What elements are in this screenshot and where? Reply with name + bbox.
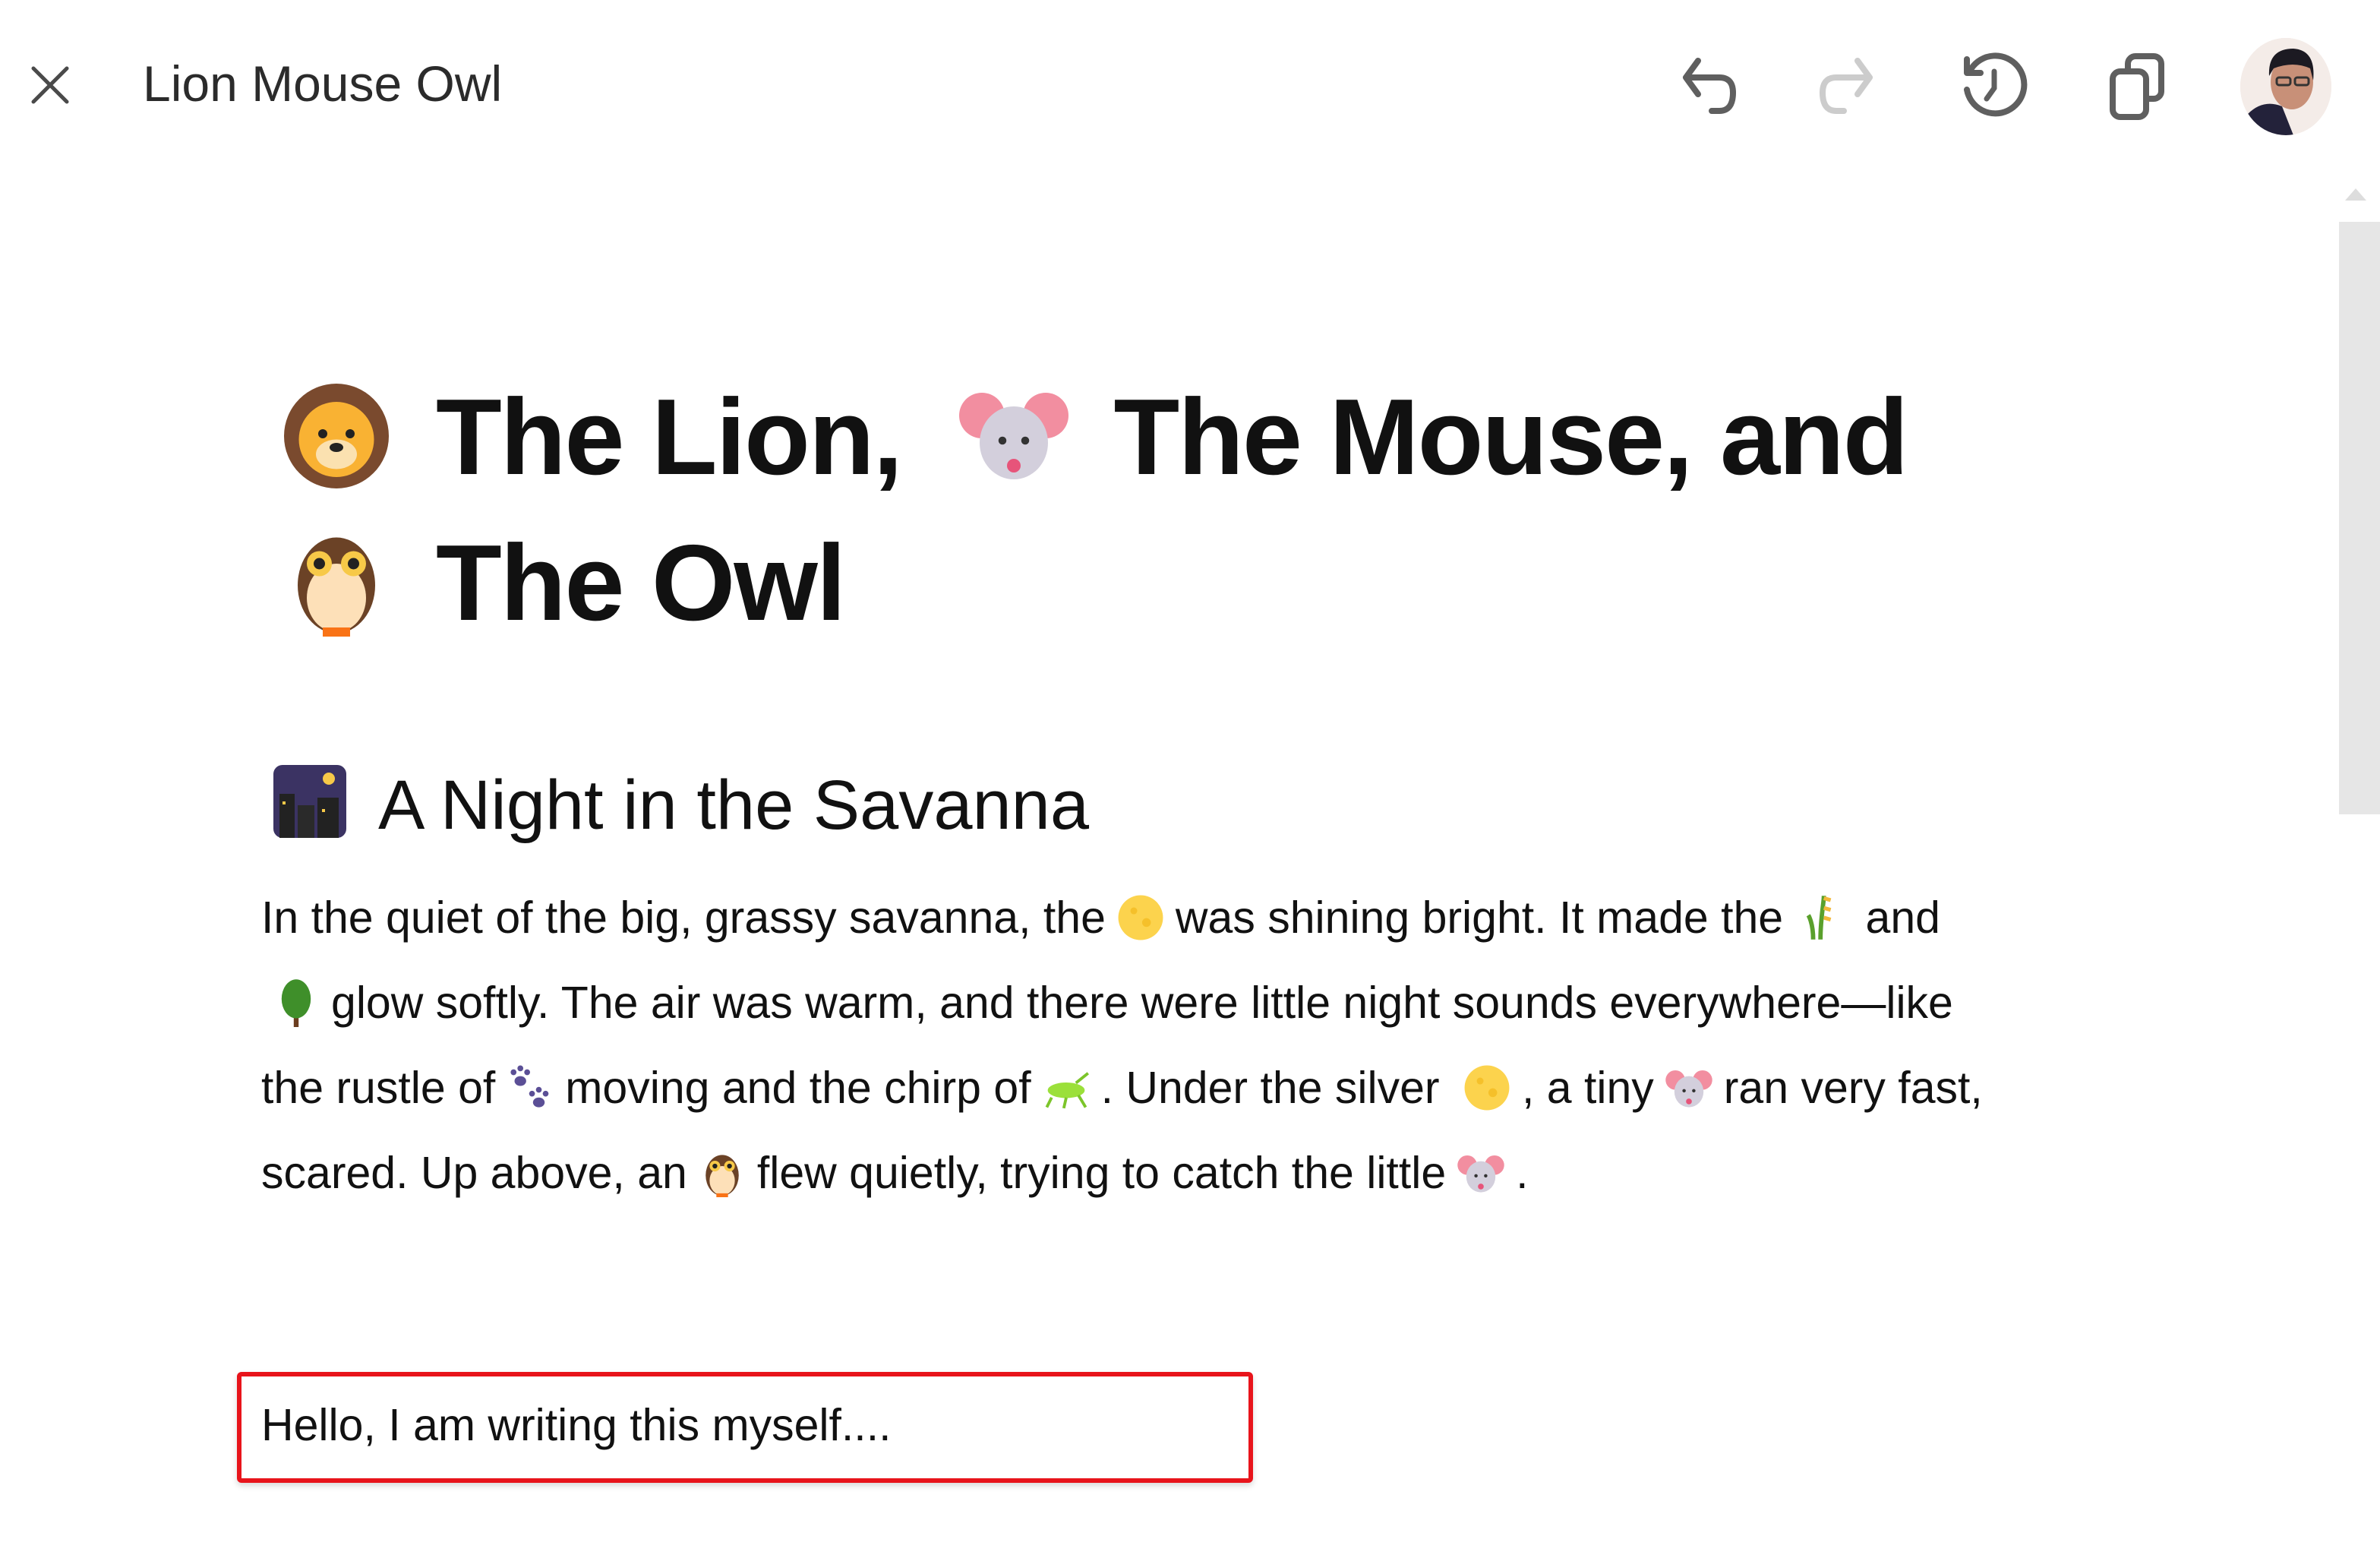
night-with-stars-icon <box>272 763 348 839</box>
full-moon-icon <box>1463 1064 1511 1112</box>
heading-text: The Lion, <box>436 377 903 498</box>
heading-text: The Owl <box>436 523 846 643</box>
history-icon <box>1964 52 2028 117</box>
lion-face-icon <box>279 377 393 491</box>
copy-icon <box>2110 53 2164 120</box>
redo-icon <box>1820 58 1873 114</box>
document-heading: The Lion, The Mouse, and The Owl <box>279 365 2026 656</box>
text-run: , a tiny <box>1521 1063 1654 1113</box>
full-moon-icon <box>1116 893 1165 942</box>
close-icon <box>31 66 69 104</box>
section-heading: A Night in the Savanna <box>272 760 1089 851</box>
close-button[interactable] <box>27 62 73 108</box>
heading-text: The Mouse, and <box>1113 377 1908 498</box>
undo-icon <box>1683 58 1736 114</box>
story-paragraph: In the quiet of the big, grassy savanna,… <box>261 875 2000 1215</box>
avatar-photo <box>2240 38 2331 135</box>
owl-icon <box>698 1149 747 1197</box>
version-history-button[interactable] <box>1956 50 2029 123</box>
undo-button[interactable] <box>1672 50 1745 123</box>
text-run: and <box>1865 893 1940 943</box>
mouse-face-icon <box>1457 1149 1505 1197</box>
editor-input-text[interactable]: Hello, I am writing this myself.... <box>261 1399 892 1451</box>
text-run: flew quietly, trying to catch the little <box>756 1148 1447 1198</box>
document-title: Lion Mouse Owl <box>143 55 503 112</box>
cricket-icon <box>1042 1064 1091 1112</box>
section-heading-text: A Night in the Savanna <box>378 766 1089 844</box>
text-run: was shining bright. It made the <box>1175 893 1784 943</box>
owl-icon <box>279 523 393 637</box>
user-avatar[interactable] <box>2240 38 2331 135</box>
grass-icon <box>1794 893 1842 942</box>
tree-icon <box>272 978 320 1027</box>
text-run: . Under the silver <box>1100 1063 1440 1113</box>
text-run: moving and the chirp of <box>565 1063 1031 1113</box>
mouse-face-icon <box>957 377 1071 491</box>
paw-prints-icon <box>506 1064 554 1112</box>
top-toolbar: Lion Mouse Owl <box>0 0 2380 175</box>
copy-button[interactable] <box>2102 50 2175 123</box>
text-run: . <box>1516 1148 1529 1198</box>
mouse-face-icon <box>1665 1064 1713 1112</box>
editor-input-block[interactable]: Hello, I am writing this myself.... <box>237 1372 1253 1483</box>
redo-button[interactable] <box>1810 50 1883 123</box>
text-run: In the quiet of the big, grassy savanna,… <box>261 893 1106 943</box>
vertical-scrollbar-thumb[interactable] <box>2339 222 2380 814</box>
scroll-up-arrow[interactable] <box>2345 188 2366 201</box>
